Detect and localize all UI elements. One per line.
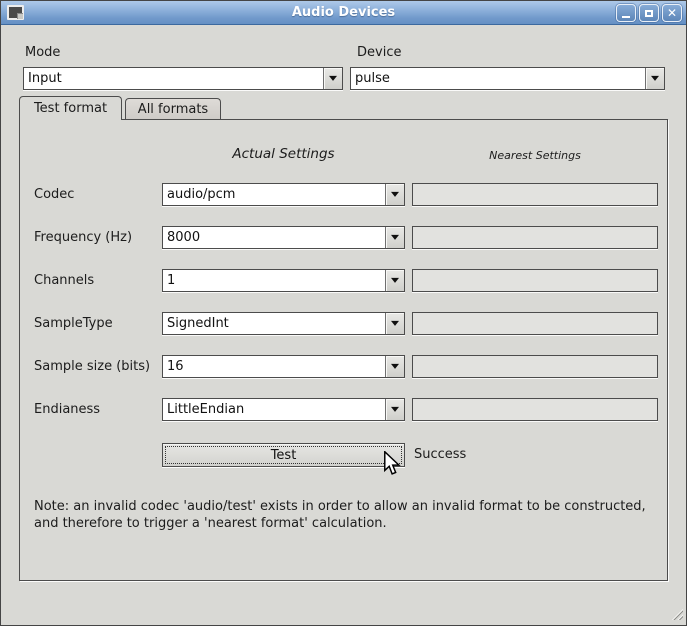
- channels-nearest-field: [412, 269, 658, 292]
- window-title: Audio Devices: [1, 5, 686, 20]
- sampletype-nearest-field: [412, 312, 658, 335]
- mode-dropdown-arrow-icon[interactable]: [323, 68, 342, 89]
- sampletype-value: SignedInt: [163, 313, 385, 334]
- window-controls: ✕: [616, 4, 682, 22]
- close-button[interactable]: ✕: [662, 4, 682, 22]
- sampletype-label: SampleType: [34, 316, 113, 331]
- channels-value: 1: [163, 270, 385, 291]
- maximize-icon: [645, 10, 653, 17]
- frequency-dropdown-arrow-icon[interactable]: [385, 227, 404, 248]
- resize-grip[interactable]: [669, 606, 683, 620]
- mode-value: Input: [24, 68, 323, 89]
- mode-combobox[interactable]: Input: [23, 67, 343, 90]
- channels-label: Channels: [34, 273, 94, 288]
- channels-combobox[interactable]: 1: [162, 269, 405, 292]
- titlebar[interactable]: Audio Devices ✕: [1, 1, 686, 25]
- samplesize-combobox[interactable]: 16: [162, 355, 405, 378]
- codec-combobox[interactable]: audio/pcm: [162, 183, 405, 206]
- test-format-pane: Actual Settings Nearest Settings Codec a…: [19, 119, 668, 581]
- endianess-nearest-field: [412, 398, 658, 421]
- mode-label: Mode: [25, 45, 60, 60]
- channels-dropdown-arrow-icon[interactable]: [385, 270, 404, 291]
- codec-value: audio/pcm: [163, 184, 385, 205]
- mouse-cursor-icon: [383, 451, 402, 480]
- samplesize-nearest-field: [412, 355, 658, 378]
- window-icon[interactable]: [7, 5, 24, 20]
- sampletype-combobox[interactable]: SignedInt: [162, 312, 405, 335]
- maximize-button[interactable]: [639, 4, 659, 22]
- endianess-combobox[interactable]: LittleEndian: [162, 398, 405, 421]
- tab-all-formats[interactable]: All formats: [125, 98, 221, 120]
- endianess-label: Endianess: [34, 402, 100, 417]
- samplesize-label: Sample size (bits): [34, 359, 150, 374]
- note-text: Note: an invalid codec 'audio/test' exis…: [34, 498, 659, 532]
- samplesize-value: 16: [163, 356, 385, 377]
- codec-nearest-field: [412, 183, 658, 206]
- frequency-value: 8000: [163, 227, 385, 248]
- actual-settings-header: Actual Settings: [162, 146, 405, 162]
- test-button[interactable]: Test: [162, 443, 405, 467]
- codec-label: Codec: [34, 187, 74, 202]
- frequency-nearest-field: [412, 226, 658, 249]
- frequency-combobox[interactable]: 8000: [162, 226, 405, 249]
- device-label: Device: [357, 45, 401, 60]
- nearest-settings-header: Nearest Settings: [412, 149, 658, 162]
- test-status-text: Success: [414, 447, 466, 462]
- device-value: pulse: [351, 68, 645, 89]
- close-icon: ✕: [667, 7, 677, 19]
- minimize-button[interactable]: [616, 4, 636, 22]
- endianess-value: LittleEndian: [163, 399, 385, 420]
- samplesize-dropdown-arrow-icon[interactable]: [385, 356, 404, 377]
- endianess-dropdown-arrow-icon[interactable]: [385, 399, 404, 420]
- device-dropdown-arrow-icon[interactable]: [645, 68, 664, 89]
- frequency-label: Frequency (Hz): [34, 230, 132, 245]
- sampletype-dropdown-arrow-icon[interactable]: [385, 313, 404, 334]
- minimize-icon: [622, 16, 630, 18]
- codec-dropdown-arrow-icon[interactable]: [385, 184, 404, 205]
- tab-test-format[interactable]: Test format: [19, 96, 122, 120]
- device-combobox[interactable]: pulse: [350, 67, 665, 90]
- audio-devices-window: Audio Devices ✕ Mode Device Input pulse …: [0, 0, 687, 626]
